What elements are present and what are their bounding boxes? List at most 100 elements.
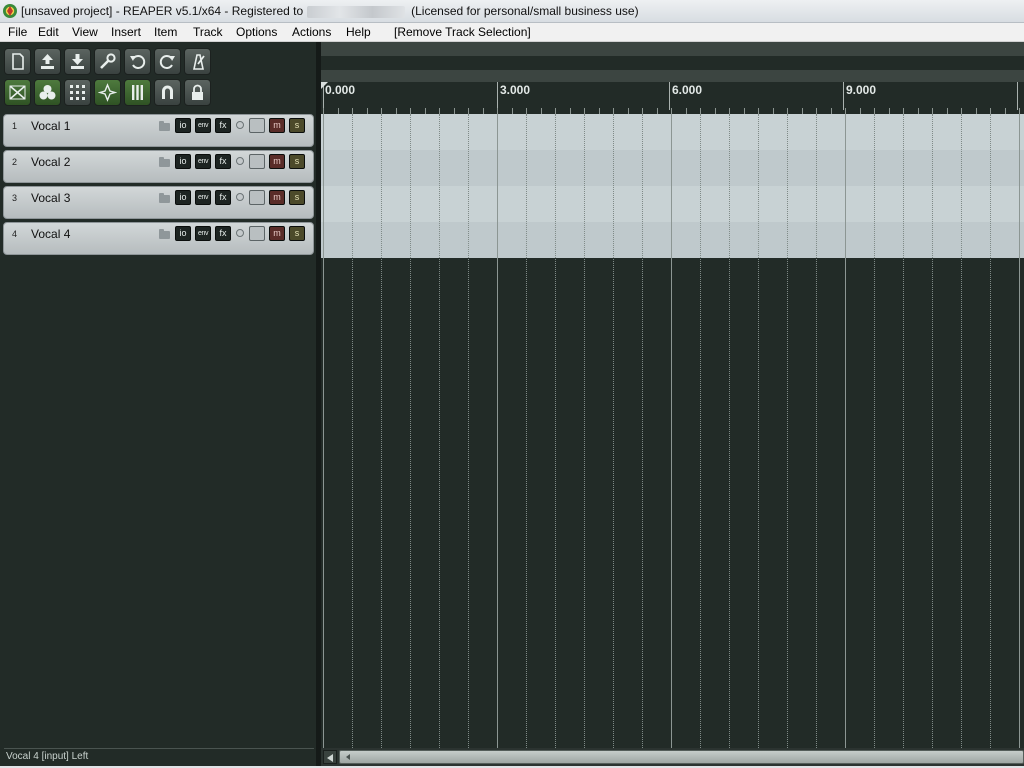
mute-button[interactable]: m [269,190,285,205]
track-control-panel: 1 Vocal 1 io env fx m s 2 Vocal 2 io env… [0,42,318,768]
ruler-label: 9.000 [846,83,877,97]
ruler-tick [669,82,670,110]
menu-track[interactable]: Track [193,25,223,39]
menu-insert[interactable]: Insert [111,25,141,39]
folder-icon[interactable] [159,229,170,239]
io-button[interactable]: io [175,190,191,205]
main-toolbar [4,48,214,110]
track-name[interactable]: Vocal 2 [31,155,70,169]
scroll-left-icon[interactable] [323,750,337,764]
track-name[interactable]: Vocal 1 [31,119,70,133]
track-number: 1 [12,121,18,131]
title-prefix: [unsaved project] - REAPER v5.1/x64 - Re… [21,4,304,18]
fx-button[interactable]: fx [215,190,231,205]
item-grouping-icon[interactable] [34,79,61,106]
open-project-icon[interactable] [34,48,61,75]
edit-cursor-marker[interactable] [321,82,328,89]
redacted-registrant [307,5,406,18]
ruler-label: 0.000 [325,83,356,97]
track-number: 2 [12,157,18,167]
title-suffix: (Licensed for personal/small business us… [411,4,639,18]
undo-icon[interactable] [124,48,151,75]
menu-remove-track-selection[interactable]: [Remove Track Selection] [394,25,531,39]
phase-icon[interactable] [236,229,244,237]
magnet-icon[interactable] [154,79,181,106]
menu-edit[interactable]: Edit [38,25,59,39]
menu-options[interactable]: Options [236,25,277,39]
ruler-tick [1017,82,1018,110]
fx-button[interactable]: fx [215,118,231,133]
marker-lane[interactable] [321,70,1024,82]
record-arm-icon[interactable] [249,190,265,205]
region-lane[interactable] [321,42,1024,56]
window-titlebar: [unsaved project] - REAPER v5.1/x64 - Re… [0,0,1024,23]
reaper-logo-icon [3,4,17,18]
io-button[interactable]: io [175,226,191,241]
track-lane[interactable] [321,222,1024,258]
new-project-icon[interactable] [4,48,31,75]
track-header[interactable]: 4 Vocal 4 io env fx m s [3,222,314,255]
track-lane[interactable] [321,150,1024,186]
grid-icon[interactable] [64,79,91,106]
menu-bar: File Edit View Insert Item Track Options… [0,23,1024,42]
solo-button[interactable]: s [289,154,305,169]
envelope-button[interactable]: env [195,118,211,133]
status-divider [4,748,314,749]
envelope-button[interactable]: env [195,154,211,169]
solo-button[interactable]: s [289,226,305,241]
snap-icon[interactable] [124,79,151,106]
mute-button[interactable]: m [269,154,285,169]
ruler-tick [497,82,498,110]
track-lane[interactable] [321,186,1024,222]
record-arm-icon[interactable] [249,226,265,241]
io-button[interactable]: io [175,118,191,133]
track-name[interactable]: Vocal 3 [31,191,70,205]
scrollbar-thumb[interactable] [339,750,1024,764]
menu-actions[interactable]: Actions [292,25,331,39]
track-number: 3 [12,193,18,203]
record-arm-icon[interactable] [249,154,265,169]
lock-icon[interactable] [184,79,211,106]
ruler-label: 6.000 [672,83,703,97]
fx-button[interactable]: fx [215,226,231,241]
auto-crossfade-icon[interactable] [4,79,31,106]
track-number: 4 [12,229,18,239]
window-title: [unsaved project] - REAPER v5.1/x64 - Re… [21,4,639,18]
menu-file[interactable]: File [8,25,27,39]
envelope-button[interactable]: env [195,190,211,205]
save-project-icon[interactable] [64,48,91,75]
fx-button[interactable]: fx [215,154,231,169]
track-lanes[interactable] [321,114,1024,258]
folder-icon[interactable] [159,121,170,131]
arrange-view[interactable]: 0.000 3.000 6.000 9.000 [321,42,1024,768]
phase-icon[interactable] [236,121,244,129]
mute-button[interactable]: m [269,226,285,241]
record-arm-icon[interactable] [249,118,265,133]
io-button[interactable]: io [175,154,191,169]
solo-button[interactable]: s [289,118,305,133]
track-lane[interactable] [321,114,1024,150]
timeline-ruler[interactable]: 0.000 3.000 6.000 9.000 [321,82,1024,114]
metronome-icon[interactable] [184,48,211,75]
menu-item[interactable]: Item [154,25,177,39]
mute-button[interactable]: m [269,118,285,133]
horizontal-scrollbar[interactable] [321,748,1024,766]
ripple-edit-icon[interactable] [94,79,121,106]
redo-icon[interactable] [154,48,181,75]
phase-icon[interactable] [236,193,244,201]
folder-icon[interactable] [159,157,170,167]
envelope-button[interactable]: env [195,226,211,241]
status-text: Vocal 4 [input] Left [6,751,89,762]
track-header[interactable]: 1 Vocal 1 io env fx m s [3,114,314,147]
track-header[interactable]: 3 Vocal 3 io env fx m s [3,186,314,219]
track-header[interactable]: 2 Vocal 2 io env fx m s [3,150,314,183]
project-settings-icon[interactable] [94,48,121,75]
phase-icon[interactable] [236,157,244,165]
menu-view[interactable]: View [72,25,98,39]
track-name[interactable]: Vocal 4 [31,227,70,241]
menu-help[interactable]: Help [346,25,371,39]
folder-icon[interactable] [159,193,170,203]
ruler-label: 3.000 [500,83,531,97]
solo-button[interactable]: s [289,190,305,205]
ruler-tick [843,82,844,110]
